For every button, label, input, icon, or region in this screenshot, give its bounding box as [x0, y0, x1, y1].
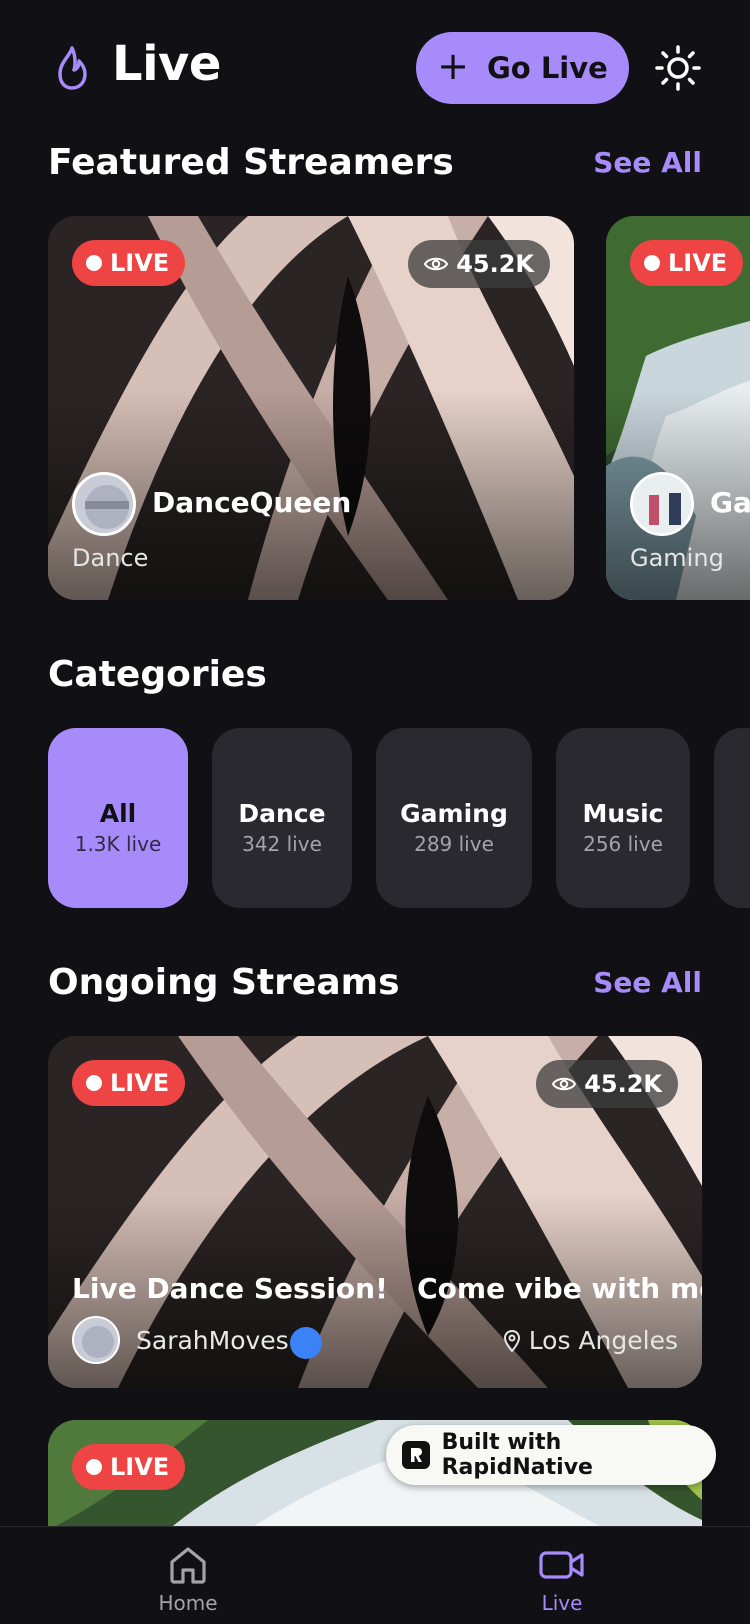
ongoing-section-title: Ongoing Streams	[48, 962, 400, 1003]
categories-section-title: Categories	[48, 654, 267, 695]
location-pin-icon	[503, 1329, 520, 1353]
verified-badge-icon	[290, 1327, 322, 1359]
live-badge-label: LIVE	[110, 1069, 170, 1097]
flame-icon	[58, 46, 87, 90]
live-dot-icon	[86, 1075, 102, 1091]
stream-location: Los Angeles	[503, 1326, 678, 1355]
tab-label: Live	[541, 1591, 583, 1615]
featured-card[interactable]: LIVE Ga Gaming	[606, 216, 750, 600]
location-label: Los Angeles	[528, 1326, 678, 1355]
category-name: Dance	[238, 798, 326, 828]
streamer-name: Ga	[710, 486, 750, 519]
tab-live[interactable]: Live	[492, 1543, 632, 1615]
category-count: 1.3K live	[74, 831, 162, 856]
stream-card[interactable]: LIVE 45.2K Live Dance Session! Come vibe…	[48, 1036, 702, 1388]
category-name: Gaming	[400, 798, 508, 828]
live-badge-label: LIVE	[110, 249, 170, 277]
tab-label: Home	[158, 1591, 218, 1615]
go-live-button[interactable]: + Go Live	[416, 32, 629, 104]
plus-icon: +	[437, 44, 469, 88]
sun-icon[interactable]	[654, 44, 702, 92]
featured-section-title: Featured Streamers	[48, 142, 454, 183]
category-count: 289 live	[414, 831, 494, 856]
category-count: 256 live	[583, 831, 663, 856]
live-badge: LIVE	[72, 1444, 186, 1490]
viewer-count-label: 45.2K	[456, 250, 534, 278]
live-badge-label: LIVE	[668, 249, 728, 277]
eye-icon	[424, 257, 449, 271]
category-chip-music[interactable]: Music 256 live	[556, 728, 690, 908]
built-with-badge[interactable]: Built with RapidNative	[386, 1425, 716, 1485]
page-title: Live	[112, 36, 221, 92]
live-badge: LIVE	[72, 240, 186, 286]
live-badge-label: LIVE	[110, 1453, 170, 1481]
viewer-count: 45.2K	[408, 240, 550, 288]
category-chip-all[interactable]: All 1.3K live	[48, 728, 188, 908]
stream-title: Live Dance Session! Come vibe with me	[72, 1272, 702, 1305]
video-camera-icon	[539, 1551, 584, 1579]
stream-username: SarahMoves	[136, 1326, 289, 1355]
ongoing-see-all-link[interactable]: See All	[593, 966, 702, 999]
streamer-category: Dance	[72, 544, 149, 572]
category-count: 342 live	[242, 831, 322, 856]
rapidnative-logo-icon	[402, 1441, 430, 1469]
category-chip-gaming[interactable]: Gaming 289 live	[376, 728, 532, 908]
bottom-tab-bar: Home Live	[0, 1526, 750, 1624]
live-dot-icon	[86, 255, 102, 271]
category-name: All	[99, 798, 137, 828]
home-icon	[170, 1547, 206, 1584]
go-live-label: Go Live	[487, 51, 608, 85]
viewer-count: 45.2K	[536, 1060, 678, 1108]
category-chip-dance[interactable]: Dance 342 live	[212, 728, 352, 908]
category-name: Music	[582, 798, 664, 828]
avatar	[72, 472, 136, 536]
viewer-count-label: 45.2K	[584, 1070, 662, 1098]
avatar	[630, 472, 694, 536]
live-screen: Live + Go Live Featured Streamers See Al…	[0, 0, 750, 1624]
built-with-label: Built with RapidNative	[441, 1430, 593, 1480]
category-chip-more[interactable]	[714, 728, 750, 908]
live-dot-icon	[86, 1459, 102, 1475]
live-badge: LIVE	[72, 1060, 186, 1106]
avatar	[72, 1316, 120, 1364]
featured-see-all-link[interactable]: See All	[593, 146, 702, 179]
live-dot-icon	[644, 255, 660, 271]
eye-icon	[552, 1077, 577, 1091]
tab-home[interactable]: Home	[118, 1543, 258, 1615]
header: Live + Go Live	[0, 0, 750, 135]
streamer-category: Gaming	[630, 544, 724, 572]
featured-card[interactable]: LIVE 45.2K DanceQueen Dance	[48, 216, 574, 600]
live-badge: LIVE	[630, 240, 744, 286]
streamer-name: DanceQueen	[152, 486, 352, 519]
